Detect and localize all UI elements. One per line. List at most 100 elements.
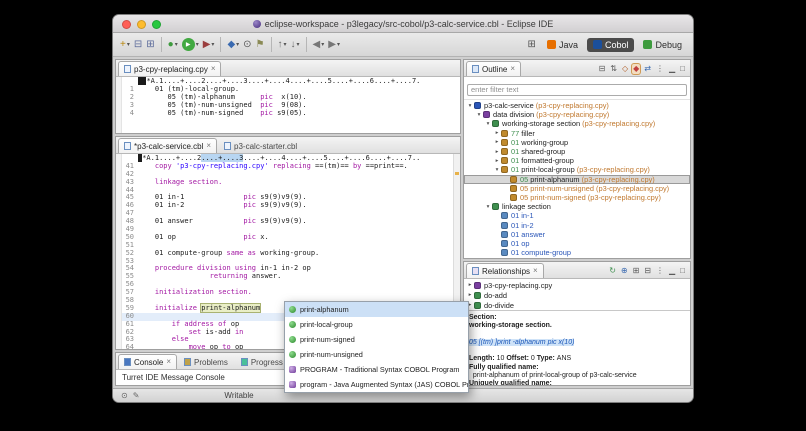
titlebar[interactable]: eclipse-workspace - p3legacy/src-cobol/p…	[113, 15, 693, 33]
outline-node-compute-group[interactable]: 01 compute-group	[464, 248, 690, 257]
dropdown-caret-icon[interactable]: ▾	[284, 41, 287, 48]
outline-node-linkage-section[interactable]: ▾ linkage section	[464, 202, 690, 211]
dropdown-caret-icon[interactable]: ▾	[211, 41, 214, 48]
expand-arrow-icon[interactable]: ▸	[493, 130, 501, 136]
tab-problems[interactable]: Problems	[178, 354, 234, 369]
refresh-icon[interactable]: ↻	[608, 266, 617, 276]
zoom-window-button[interactable]	[152, 20, 161, 29]
run-external-tools-button[interactable]: ▶ ▾	[201, 36, 217, 54]
expand-arrow-icon[interactable]: ▸	[466, 282, 474, 288]
tab-console[interactable]: Console ×	[118, 354, 178, 369]
close-window-button[interactable]	[122, 20, 131, 29]
search-button[interactable]: ⚑	[254, 36, 267, 54]
dropdown-caret-icon[interactable]: ▾	[337, 41, 340, 48]
close-icon[interactable]: ×	[206, 142, 211, 150]
close-icon[interactable]: ×	[211, 65, 216, 73]
tab-p3-calc-starter-cbl[interactable]: p3-calc-starter.cbl	[218, 138, 303, 153]
dropdown-caret-icon[interactable]: ▾	[196, 41, 199, 48]
dropdown-caret-icon[interactable]: ▾	[236, 41, 239, 48]
close-icon[interactable]: ×	[533, 267, 538, 275]
perspective-cobol-button[interactable]: Cobol	[586, 37, 635, 52]
open-perspective-button[interactable]: ⊞	[526, 36, 538, 54]
maximize-view-icon[interactable]: □	[679, 266, 686, 276]
collapse-arrow-icon[interactable]: ▾	[475, 112, 483, 118]
outline-node-formatted-group[interactable]: ▸ 01 formatted-group	[464, 156, 690, 165]
dropdown-caret-icon[interactable]: ▾	[127, 41, 130, 48]
code-line-43[interactable]: 43 linkage section.	[122, 178, 453, 187]
minimize-view-icon[interactable]: ▁	[668, 64, 676, 74]
view-menu-icon[interactable]: ⋮	[655, 64, 665, 74]
code-line-50[interactable]: 50 01 op pic x.	[122, 233, 453, 242]
save-all-button[interactable]: ⊞	[144, 36, 156, 54]
completion-item-print-local-group[interactable]: print-local-group	[285, 317, 468, 332]
code-line-4[interactable]: 4 05 (tm)-num-signed pic s9(05).	[122, 109, 460, 118]
completion-item-print-num-unsigned[interactable]: print-num-unsigned	[285, 347, 468, 362]
code-line-57[interactable]: 57 initialization section.	[122, 288, 453, 297]
code-line-52[interactable]: 52 01 compute-group same as working-grou…	[122, 249, 453, 258]
view-menu-icon[interactable]: ⋮	[655, 266, 665, 276]
scope-icon[interactable]: ⊕	[620, 266, 629, 276]
run-button[interactable]: ▶ ▾	[180, 36, 201, 54]
collapse-arrow-icon[interactable]: ▾	[466, 103, 474, 109]
outline-node-op[interactable]: 01 op	[464, 239, 690, 248]
tab-relationships[interactable]: Relationships ×	[466, 263, 544, 278]
outline-node-in-1[interactable]: 01 in-1	[464, 211, 690, 220]
next-annotation-button[interactable]: ↓ ▾	[289, 36, 302, 54]
relationship-item-p3-cpy-replacing-cpy[interactable]: ▸ p3-cpy-replacing.cpy	[464, 280, 690, 290]
collapse-arrow-icon[interactable]: ▾	[484, 204, 492, 210]
outline-node-print-alphanum[interactable]: 05 print-alphanum (p3-cpy-replacing.cpy)	[464, 174, 690, 184]
close-icon[interactable]: ×	[166, 358, 171, 366]
copybook-editor[interactable]: *A.1....+....2....+....3....+....4....+.…	[116, 77, 460, 133]
maximize-view-icon[interactable]: □	[679, 64, 686, 74]
code-line-55[interactable]: 55 returning answer.	[122, 272, 453, 281]
outline-node-procedure-division[interactable]: ▾procedure division	[464, 257, 690, 258]
new-wizard-button[interactable]: + ▾	[118, 36, 132, 54]
relationship-item-do-add[interactable]: ▸ do-add	[464, 290, 690, 300]
completion-item-program-traditional-syntax-cobol-program[interactable]: PROGRAM - Traditional Syntax COBOL Progr…	[285, 362, 468, 377]
outline-node-shared-group[interactable]: ▸ 01 shared-group	[464, 147, 690, 156]
debug-button[interactable]: ● ▾	[166, 36, 180, 54]
forward-button[interactable]: ▶ ▾	[326, 36, 342, 54]
perspective-debug-button[interactable]: Debug	[637, 38, 688, 52]
tab-outline[interactable]: Outline ×	[466, 61, 522, 76]
expand-arrow-icon[interactable]: ▸	[493, 139, 501, 145]
expand-arrow-icon[interactable]: ▸	[466, 292, 474, 298]
new-cobol-program-button[interactable]: ◆ ▾	[225, 36, 241, 54]
code-line-46[interactable]: 46 01 in-2 pic s9(9)v9(9).	[122, 201, 453, 210]
code-line-48[interactable]: 48 01 answer pic s9(9)v9(9).	[122, 217, 453, 226]
tab-p3-calc-service-cbl[interactable]: *p3-calc-service.cbl ×	[118, 138, 218, 153]
collapse-all-icon[interactable]: ⊟	[598, 64, 607, 74]
outline-node-print-num-signed[interactable]: 05 print-num-signed (p3-cpy-replacing.cp…	[464, 193, 690, 202]
hide-copybook-elements-icon[interactable]: ◆	[632, 64, 641, 74]
back-button[interactable]: ◀ ▾	[311, 36, 327, 54]
relationship-item-do-divide[interactable]: ▸ do-divide	[464, 300, 690, 310]
outline-node-in-2[interactable]: 01 in-2	[464, 220, 690, 230]
outline-node-filler[interactable]: ▸ 77 filler	[464, 129, 690, 138]
minimize-window-button[interactable]	[137, 20, 146, 29]
outline-node-working-storage-section[interactable]: ▾ working-storage section (p3-cpy-replaci…	[464, 119, 690, 128]
tab-progress[interactable]: Progress	[235, 354, 289, 369]
close-icon[interactable]: ×	[510, 65, 515, 73]
previous-annotation-button[interactable]: ↑ ▾	[276, 36, 289, 54]
overview-marker[interactable]	[455, 172, 459, 175]
completion-item-print-num-signed[interactable]: print-num-signed	[285, 332, 468, 347]
completion-item-print-alphanum[interactable]: print-alphanum	[285, 302, 468, 317]
outline-node-answer[interactable]: 01 answer	[464, 230, 690, 239]
collapse-arrow-icon[interactable]: ▾	[493, 167, 501, 173]
dropdown-caret-icon[interactable]: ▾	[297, 41, 300, 48]
collapse-all-icon[interactable]: ⊟	[643, 266, 652, 276]
outline-node-working-group[interactable]: ▸ 01 working-group	[464, 138, 690, 147]
outline-node-data-division[interactable]: ▾ data division (p3-cpy-replacing.cpy)	[464, 110, 690, 119]
tab-p3-cpy-replacing-cpy[interactable]: p3-cpy-replacing.cpy ×	[118, 61, 222, 76]
filter-fields-icon[interactable]: ◇	[621, 64, 629, 74]
minimize-view-icon[interactable]: ▁	[668, 266, 676, 276]
dropdown-caret-icon[interactable]: ▾	[321, 41, 324, 48]
expand-arrow-icon[interactable]: ▸	[493, 158, 501, 164]
expand-arrow-icon[interactable]: ▸	[493, 149, 501, 155]
open-element-button[interactable]: ⊙	[241, 36, 253, 54]
perspective-java-button[interactable]: Java	[541, 38, 584, 52]
outline-node-print-local-group[interactable]: ▾ 01 print-local-group (p3-cpy-replacing.…	[464, 165, 690, 174]
completion-item-program-java-augmented-syntax-jas-cobol-program[interactable]: program - Java Augmented Syntax (JAS) CO…	[285, 377, 468, 392]
dropdown-caret-icon[interactable]: ▾	[175, 41, 178, 48]
save-button[interactable]: ⊟	[132, 36, 144, 54]
